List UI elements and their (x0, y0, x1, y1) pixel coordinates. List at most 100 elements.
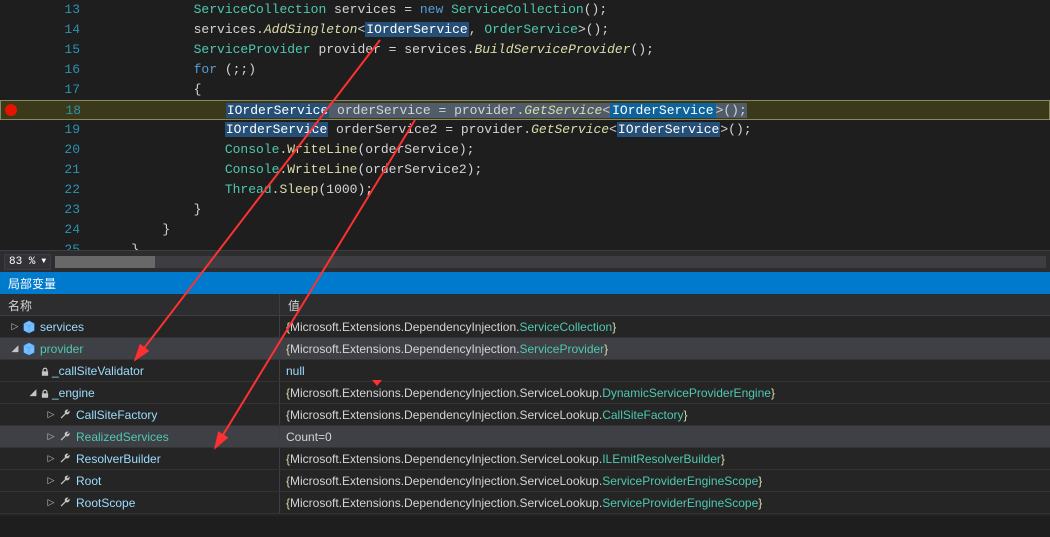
var-name: _callSiteValidator (52, 364, 144, 378)
code-content[interactable]: ServiceProvider provider = services.Buil… (100, 40, 654, 60)
var-row-RootScope[interactable]: ▷RootScope{Microsoft.Extensions.Dependen… (0, 492, 1050, 514)
var-row-services[interactable]: ▷services{Microsoft.Extensions.Dependenc… (0, 316, 1050, 338)
breakpoint-margin[interactable] (1, 101, 21, 119)
var-row-ResolverBuilder[interactable]: ▷ResolverBuilder{Microsoft.Extensions.De… (0, 448, 1050, 470)
code-content[interactable]: } (100, 200, 201, 220)
var-row-CallSiteFactory[interactable]: ▷CallSiteFactory{Microsoft.Extensions.De… (0, 404, 1050, 426)
code-line-19[interactable]: 19 IOrderService orderService2 = provide… (0, 120, 1050, 140)
object-icon (22, 342, 36, 356)
line-number: 25 (20, 240, 100, 250)
zoom-bar: 83 % ▼ (0, 250, 1050, 272)
panel-title: 局部变量 (8, 275, 56, 292)
line-number: 13 (20, 0, 100, 20)
chevron-down-icon: ▼ (41, 257, 46, 266)
code-line-22[interactable]: 22 Thread.Sleep(1000); (0, 180, 1050, 200)
var-value: {Microsoft.Extensions.DependencyInjectio… (280, 316, 1050, 337)
property-icon (58, 496, 72, 510)
code-line-25[interactable]: 25 } (0, 240, 1050, 250)
var-name: _engine (52, 386, 95, 400)
grid-body: ▷services{Microsoft.Extensions.Dependenc… (0, 316, 1050, 514)
code-content[interactable]: Thread.Sleep(1000); (100, 180, 373, 200)
code-editor[interactable]: 13 ServiceCollection services = new Serv… (0, 0, 1050, 250)
scrollbar-thumb[interactable] (55, 256, 155, 268)
var-value: null (280, 360, 1050, 381)
var-row-RealizedServices[interactable]: ▷ RealizedServices Count = 0 (0, 426, 1050, 448)
code-content[interactable]: for (;;) (100, 60, 256, 80)
code-line-20[interactable]: 20 Console.WriteLine(orderService); (0, 140, 1050, 160)
expand-toggle[interactable]: ▷ (8, 321, 22, 332)
column-header-name[interactable]: 名称 (0, 294, 280, 315)
line-number: 17 (20, 80, 100, 100)
line-number: 18 (21, 101, 101, 119)
breakpoint-margin[interactable] (0, 60, 20, 80)
code-line-24[interactable]: 24 } (0, 220, 1050, 240)
property-icon (58, 452, 72, 466)
property-icon (58, 408, 72, 422)
var-row-_callSiteValidator[interactable]: _callSiteValidator null (0, 360, 1050, 382)
var-row-provider[interactable]: ◢ provider {Microsoft.Extensions.Dependenc… (0, 338, 1050, 360)
code-line-14[interactable]: 14 services.AddSingleton<IOrderService, … (0, 20, 1050, 40)
line-number: 14 (20, 20, 100, 40)
var-name: Root (76, 474, 101, 488)
column-header-value[interactable]: 值 (280, 294, 1050, 315)
breakpoint-margin[interactable] (0, 20, 20, 40)
expand-toggle[interactable]: ◢ (8, 343, 22, 354)
line-number: 24 (20, 220, 100, 240)
expand-toggle[interactable]: ▷ (44, 497, 58, 508)
code-content[interactable]: } (100, 240, 139, 250)
var-value: {Microsoft.Extensions.DependencyInjectio… (280, 382, 1050, 403)
code-content[interactable]: { (100, 80, 201, 100)
expand-toggle[interactable]: ▷ (44, 475, 58, 486)
breakpoint-margin[interactable] (0, 160, 20, 180)
zoom-dropdown[interactable]: 83 % ▼ (4, 254, 51, 270)
var-name: provider (40, 342, 83, 356)
line-number: 21 (20, 160, 100, 180)
code-line-18[interactable]: 18 IOrderService orderService = provider… (0, 100, 1050, 120)
expand-toggle[interactable]: ▷ (44, 409, 58, 420)
horizontal-scrollbar[interactable] (55, 256, 1046, 268)
expand-toggle[interactable]: ◢ (26, 387, 40, 398)
var-value: {Microsoft.Extensions.DependencyInjectio… (280, 404, 1050, 425)
code-content[interactable]: Console.WriteLine(orderService); (100, 140, 475, 160)
code-content[interactable]: Console.WriteLine(orderService2); (100, 160, 482, 180)
var-name: ResolverBuilder (76, 452, 161, 466)
breakpoint-margin[interactable] (0, 240, 20, 250)
line-number: 19 (20, 120, 100, 140)
code-content[interactable]: } (100, 220, 170, 240)
breakpoint-margin[interactable] (0, 80, 20, 100)
expand-toggle[interactable]: ▷ (44, 431, 58, 442)
code-content[interactable]: IOrderService orderService = provider.Ge… (101, 101, 747, 119)
breakpoint-margin[interactable] (0, 120, 20, 140)
breakpoint-margin[interactable] (0, 40, 20, 60)
var-value: Count = 0 (280, 426, 1050, 447)
zoom-value: 83 % (9, 256, 35, 268)
breakpoint-margin[interactable] (0, 140, 20, 160)
grid-header: 名称 值 (0, 294, 1050, 316)
var-name: RealizedServices (76, 430, 169, 444)
breakpoint-margin[interactable] (0, 220, 20, 240)
private-field-icon (40, 366, 50, 376)
var-value: {Microsoft.Extensions.DependencyInjectio… (280, 338, 1050, 359)
locals-panel-header: 局部变量 (0, 272, 1050, 294)
var-row-Root[interactable]: ▷Root{Microsoft.Extensions.DependencyInj… (0, 470, 1050, 492)
code-line-16[interactable]: 16 for (;;) (0, 60, 1050, 80)
code-line-21[interactable]: 21 Console.WriteLine(orderService2); (0, 160, 1050, 180)
breakpoint-margin[interactable] (0, 180, 20, 200)
private-field-icon (40, 388, 50, 398)
breakpoint-icon[interactable] (5, 104, 17, 116)
code-content[interactable]: ServiceCollection services = new Service… (100, 0, 607, 20)
var-row-_engine[interactable]: ◢ _engine {Microsoft.Extensions.Dependency… (0, 382, 1050, 404)
code-content[interactable]: services.AddSingleton<IOrderService, Ord… (100, 20, 609, 40)
breakpoint-margin[interactable] (0, 0, 20, 20)
code-line-23[interactable]: 23 } (0, 200, 1050, 220)
code-content[interactable]: IOrderService orderService2 = provider.G… (100, 120, 752, 140)
object-icon (22, 320, 36, 334)
property-icon (58, 474, 72, 488)
expand-toggle[interactable]: ▷ (44, 453, 58, 464)
code-line-15[interactable]: 15 ServiceProvider provider = services.B… (0, 40, 1050, 60)
code-line-13[interactable]: 13 ServiceCollection services = new Serv… (0, 0, 1050, 20)
code-line-17[interactable]: 17 { (0, 80, 1050, 100)
breakpoint-margin[interactable] (0, 200, 20, 220)
line-number: 15 (20, 40, 100, 60)
var-name: RootScope (76, 496, 135, 510)
